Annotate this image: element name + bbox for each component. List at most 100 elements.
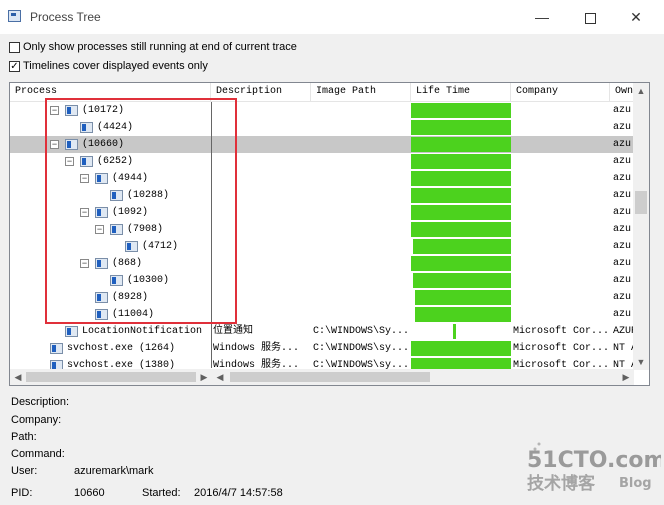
process-name: (11004) bbox=[112, 309, 155, 320]
process-tree-grid[interactable]: Process Description Image Path Life Time… bbox=[9, 82, 650, 386]
close-button[interactable]: ✕ bbox=[621, 6, 651, 28]
owner-cell: azu bbox=[613, 224, 632, 235]
running-only-checkbox[interactable] bbox=[9, 41, 20, 53]
company-cell bbox=[513, 289, 609, 306]
image-path-cell: C:\WINDOWS\Sy... bbox=[313, 326, 409, 337]
column-header-owner[interactable]: Own bbox=[610, 83, 634, 101]
process-tree-app-icon bbox=[8, 10, 21, 22]
process-icon bbox=[95, 173, 108, 184]
owner-cell: azu bbox=[613, 292, 632, 303]
horizontal-scroll-thumb-left[interactable] bbox=[26, 372, 196, 382]
column-header-life-time[interactable]: Life Time bbox=[411, 83, 511, 101]
process-icon bbox=[95, 258, 108, 269]
process-icon bbox=[65, 326, 78, 337]
process-icon bbox=[95, 207, 108, 218]
table-row[interactable]: LocationNotification 位置通知 C:\WINDOWS\Sy...… bbox=[10, 323, 634, 340]
column-header-description[interactable]: Description bbox=[211, 83, 311, 101]
table-row[interactable]: (8928) azu bbox=[10, 289, 634, 306]
pid-value: 10660 bbox=[74, 487, 105, 499]
table-row[interactable]: (11004) azu bbox=[10, 306, 634, 323]
vertical-scroll-thumb[interactable] bbox=[635, 191, 647, 214]
displayed-events-label: Timelines cover displayed events only bbox=[23, 60, 208, 72]
image-path-cell bbox=[313, 119, 409, 136]
horizontal-scroll-thumb-right[interactable] bbox=[230, 372, 430, 382]
image-path-cell bbox=[313, 306, 409, 323]
horizontal-scrollbar[interactable]: ◀ ▶ ◀ ▶ bbox=[10, 369, 634, 385]
lifetime-bar bbox=[411, 205, 511, 220]
column-header-image-path[interactable]: Image Path bbox=[311, 83, 411, 101]
description-cell: 位置通知 bbox=[213, 326, 253, 337]
watermark-site: 51CTO.com bbox=[527, 448, 661, 473]
collapse-icon[interactable]: − bbox=[80, 174, 89, 183]
table-row[interactable]: (4424) azu bbox=[10, 119, 634, 136]
table-row[interactable]: (4712) azu bbox=[10, 238, 634, 255]
image-path-cell bbox=[313, 204, 409, 221]
column-header-company[interactable]: Company bbox=[511, 83, 610, 101]
collapse-icon[interactable]: − bbox=[80, 259, 89, 268]
scroll-right-icon[interactable]: ▶ bbox=[618, 369, 634, 385]
table-row[interactable]: − (10660) azu bbox=[10, 136, 634, 153]
process-icon bbox=[110, 190, 123, 201]
table-row[interactable]: svchost.exe (1264) Windows 服务... C:\WINDOW… bbox=[10, 340, 634, 357]
process-name: (10172) bbox=[82, 105, 125, 116]
vertical-scrollbar[interactable]: ▲ ▼ bbox=[633, 83, 649, 370]
table-row[interactable]: − (10172) azu bbox=[10, 102, 634, 119]
scroll-right-icon-left-pane[interactable]: ▶ bbox=[196, 369, 212, 385]
option-running-only[interactable]: Only show processes still running at end… bbox=[9, 41, 297, 53]
company-cell bbox=[513, 204, 609, 221]
maximize-button[interactable] bbox=[575, 6, 605, 28]
company-cell bbox=[513, 238, 609, 255]
collapse-icon[interactable]: − bbox=[95, 225, 104, 234]
lifetime-bar bbox=[453, 324, 456, 339]
process-name: svchost.exe (1264) bbox=[67, 343, 176, 354]
process-icon bbox=[50, 343, 63, 354]
option-displayed-events[interactable]: ✓ Timelines cover displayed events only bbox=[9, 60, 208, 72]
description-cell bbox=[213, 119, 309, 136]
process-icon bbox=[110, 275, 123, 286]
company-cell: Microsoft Cor... bbox=[513, 343, 609, 354]
company-cell bbox=[513, 306, 609, 323]
owner-cell: azu bbox=[613, 190, 632, 201]
collapse-icon[interactable]: − bbox=[50, 106, 59, 115]
table-row[interactable]: − (1092) azu bbox=[10, 204, 634, 221]
column-header-process[interactable]: Process bbox=[10, 83, 211, 101]
process-name: (868) bbox=[112, 258, 143, 269]
watermark-logo: 51CTO.com 技术博客 Blog bbox=[527, 442, 661, 494]
title-bar: Process Tree — ✕ bbox=[0, 0, 664, 34]
process-name: (6252) bbox=[97, 156, 134, 167]
image-path-cell bbox=[313, 255, 409, 272]
scroll-up-icon[interactable]: ▲ bbox=[633, 83, 649, 99]
watermark-blog: Blog bbox=[619, 476, 652, 491]
lifetime-bar bbox=[411, 120, 511, 135]
table-row[interactable]: − (868) azu bbox=[10, 255, 634, 272]
owner-cell: azu bbox=[613, 139, 632, 150]
scroll-down-icon[interactable]: ▼ bbox=[633, 354, 649, 370]
description-cell bbox=[213, 204, 309, 221]
image-path-cell bbox=[313, 136, 409, 153]
maximize-icon bbox=[584, 12, 596, 24]
table-row[interactable]: − (7908) azu bbox=[10, 221, 634, 238]
watermark-tagline: 技术博客 bbox=[527, 473, 596, 494]
owner-cell: azu bbox=[613, 207, 632, 218]
scroll-left-icon-right-pane[interactable]: ◀ bbox=[212, 369, 228, 385]
collapse-icon[interactable]: − bbox=[50, 140, 59, 149]
lifetime-bar bbox=[411, 154, 511, 169]
collapse-icon[interactable]: − bbox=[65, 157, 74, 166]
image-path-cell bbox=[313, 153, 409, 170]
process-icon bbox=[65, 105, 78, 116]
table-row[interactable]: (10300) azu bbox=[10, 272, 634, 289]
lifetime-bar bbox=[411, 341, 511, 356]
owner-cell: azu bbox=[613, 156, 632, 167]
collapse-icon[interactable]: − bbox=[80, 208, 89, 217]
scroll-left-icon[interactable]: ◀ bbox=[10, 369, 26, 385]
description-cell bbox=[213, 238, 309, 255]
displayed-events-checkbox[interactable]: ✓ bbox=[9, 60, 20, 72]
minimize-button[interactable]: — bbox=[527, 6, 557, 28]
process-icon bbox=[125, 241, 138, 252]
column-divider bbox=[211, 102, 212, 368]
table-row[interactable]: − (6252) azu bbox=[10, 153, 634, 170]
company-cell bbox=[513, 119, 609, 136]
table-row[interactable]: − (4944) azu bbox=[10, 170, 634, 187]
column-header-row: Process Description Image Path Life Time… bbox=[10, 83, 634, 102]
table-row[interactable]: (10288) azu bbox=[10, 187, 634, 204]
